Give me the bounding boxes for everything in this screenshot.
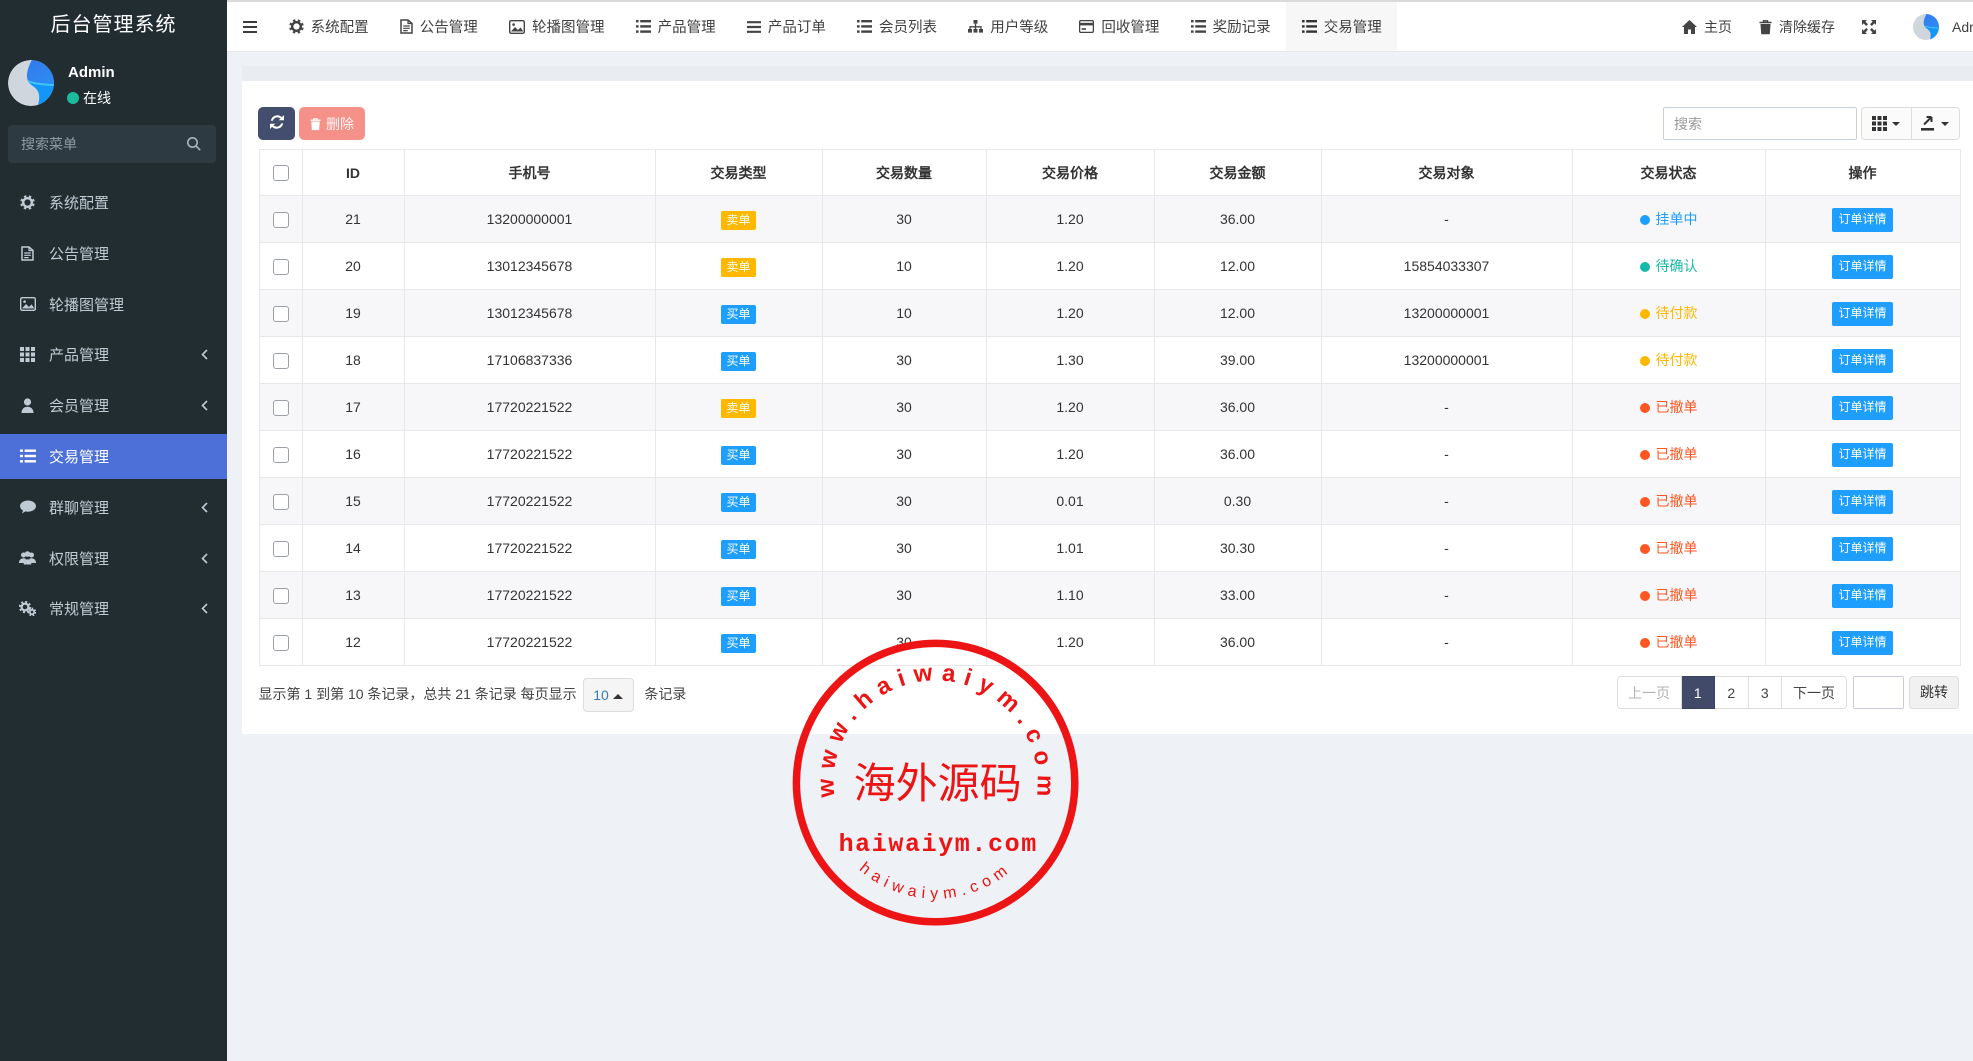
svg-text:海外源码: 海外源码 — [854, 762, 1022, 808]
svg-text:haiwaiym.com: haiwaiym.com — [856, 859, 1015, 902]
svg-text:haiwaiym.com: haiwaiym.com — [839, 830, 1038, 859]
